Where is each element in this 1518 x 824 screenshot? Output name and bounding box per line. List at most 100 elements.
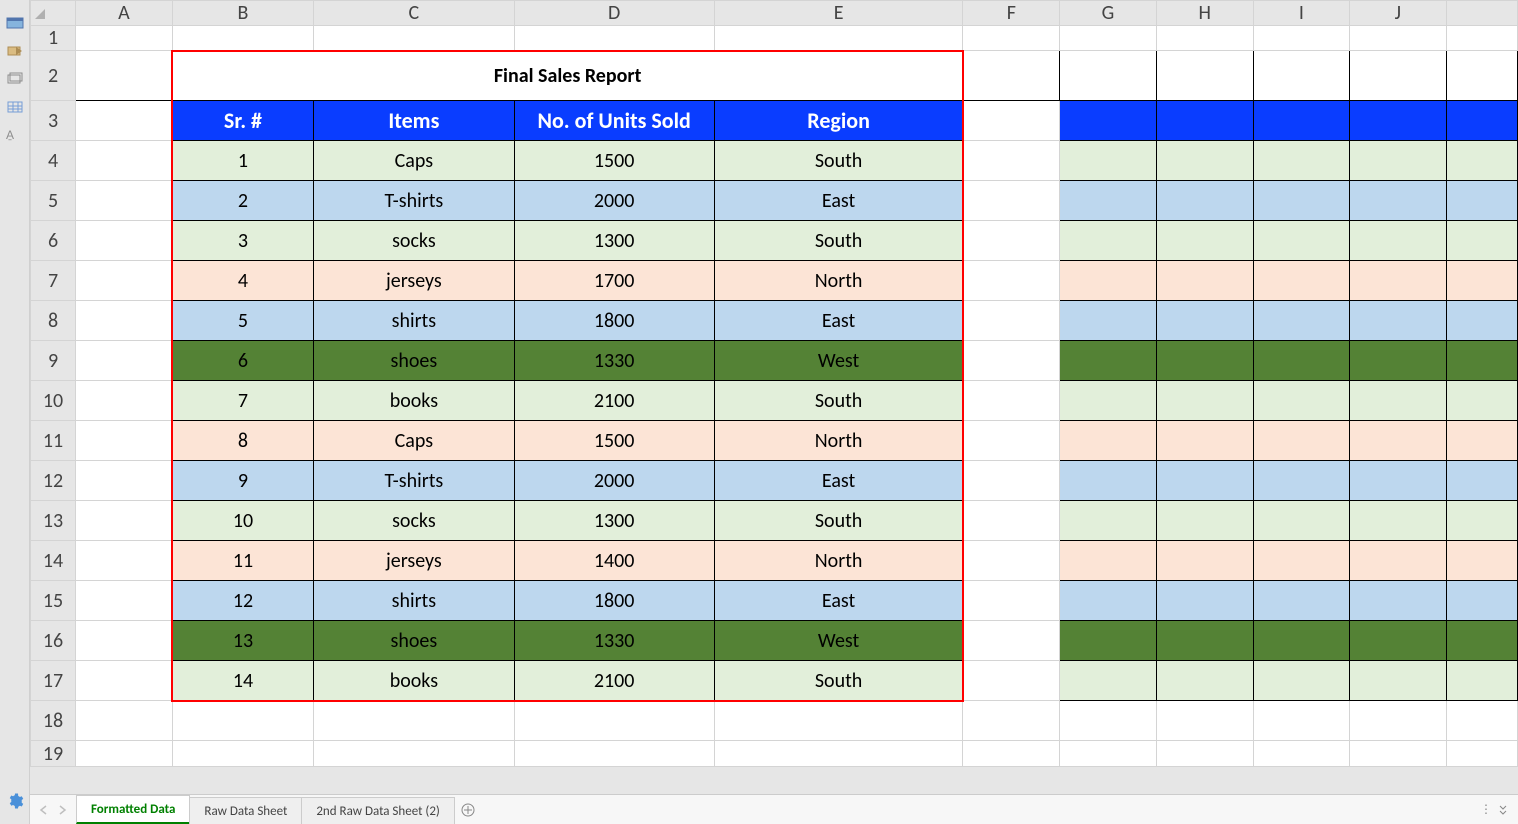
cell[interactable] [76, 701, 173, 741]
cell[interactable] [76, 341, 173, 381]
cell-sr[interactable]: 2 [172, 181, 313, 221]
col-header-G[interactable]: G [1060, 1, 1157, 26]
cell[interactable] [314, 26, 514, 51]
cell-units[interactable]: 1700 [514, 261, 714, 301]
cell[interactable] [1446, 341, 1517, 381]
cell-sr[interactable]: 12 [172, 581, 313, 621]
panel-icon-5[interactable]: A̱ [6, 128, 24, 142]
row-header[interactable]: 2 [31, 51, 76, 101]
row-header[interactable]: 9 [31, 341, 76, 381]
panel-icon-1[interactable] [6, 16, 24, 30]
cell-item[interactable]: Caps [314, 141, 514, 181]
cell[interactable] [76, 741, 173, 767]
cell[interactable] [1253, 621, 1349, 661]
cell-item[interactable]: shirts [314, 581, 514, 621]
cell[interactable] [1253, 301, 1349, 341]
cell[interactable] [1253, 141, 1349, 181]
add-sheet-button[interactable] [454, 795, 482, 824]
cell[interactable] [1446, 701, 1517, 741]
cell-region[interactable]: East [714, 581, 963, 621]
cell-units[interactable]: 2000 [514, 461, 714, 501]
cell[interactable] [1156, 621, 1253, 661]
cell[interactable] [963, 26, 1060, 51]
col-header-E[interactable]: E [714, 1, 963, 26]
cell[interactable] [1350, 101, 1447, 141]
cell[interactable] [76, 421, 173, 461]
row-header[interactable]: 13 [31, 501, 76, 541]
cell[interactable] [1060, 261, 1157, 301]
cell-item[interactable]: jerseys [314, 261, 514, 301]
cell[interactable] [76, 101, 173, 141]
header-sr[interactable]: Sr. # [172, 101, 313, 141]
cell-region[interactable]: West [714, 621, 963, 661]
cell[interactable] [1060, 541, 1157, 581]
panel-icon-2[interactable] [6, 44, 24, 58]
cell[interactable] [1060, 26, 1157, 51]
cell[interactable] [1446, 741, 1517, 767]
cell[interactable] [963, 581, 1060, 621]
cell[interactable] [714, 741, 963, 767]
row-header[interactable]: 11 [31, 421, 76, 461]
cell[interactable] [963, 141, 1060, 181]
row-header[interactable]: 5 [31, 181, 76, 221]
cell[interactable] [1350, 661, 1447, 701]
cell[interactable] [1350, 261, 1447, 301]
row-header[interactable]: 17 [31, 661, 76, 701]
report-title[interactable]: Final Sales Report [172, 51, 963, 101]
cell[interactable] [963, 381, 1060, 421]
grid-area[interactable]: A B C D E F G H I J 12Final Sales Report… [30, 0, 1518, 794]
cell[interactable] [1060, 501, 1157, 541]
cell[interactable] [1350, 741, 1447, 767]
cell[interactable] [1156, 181, 1253, 221]
cell[interactable] [1060, 221, 1157, 261]
cell[interactable] [1060, 581, 1157, 621]
cell[interactable] [1446, 501, 1517, 541]
cell-region[interactable]: South [714, 661, 963, 701]
cell[interactable] [1253, 501, 1349, 541]
panel-icon-3[interactable] [6, 72, 24, 86]
settings-gear-icon[interactable] [6, 792, 24, 810]
sheet-tab[interactable]: 2nd Raw Data Sheet (2) [301, 797, 455, 824]
cell[interactable] [1253, 581, 1349, 621]
cell-item[interactable]: Caps [314, 421, 514, 461]
cell[interactable] [76, 661, 173, 701]
cell[interactable] [76, 501, 173, 541]
col-header-A[interactable]: A [76, 1, 173, 26]
cell[interactable] [172, 701, 313, 741]
cell[interactable] [76, 581, 173, 621]
cell[interactable] [1350, 341, 1447, 381]
panel-icon-4[interactable] [6, 100, 24, 114]
cell[interactable] [1253, 26, 1349, 51]
cell-sr[interactable]: 6 [172, 341, 313, 381]
cell[interactable] [1156, 541, 1253, 581]
row-header[interactable]: 16 [31, 621, 76, 661]
cell[interactable] [1446, 181, 1517, 221]
cell-units[interactable]: 1500 [514, 141, 714, 181]
cell[interactable] [76, 301, 173, 341]
cell[interactable] [963, 701, 1060, 741]
cell[interactable] [1253, 261, 1349, 301]
cell[interactable] [1253, 461, 1349, 501]
cell[interactable] [76, 541, 173, 581]
col-header-J[interactable]: J [1350, 1, 1447, 26]
cell[interactable] [76, 381, 173, 421]
cell-item[interactable]: T-shirts [314, 181, 514, 221]
header-items[interactable]: Items [314, 101, 514, 141]
cell-item[interactable]: socks [314, 221, 514, 261]
col-header-B[interactable]: B [172, 1, 313, 26]
cell[interactable] [963, 541, 1060, 581]
cell[interactable] [1156, 741, 1253, 767]
cell[interactable] [1253, 381, 1349, 421]
cell[interactable] [1350, 701, 1447, 741]
cell-units[interactable]: 2100 [514, 661, 714, 701]
cell[interactable] [76, 461, 173, 501]
cell[interactable] [963, 661, 1060, 701]
cell[interactable] [76, 261, 173, 301]
cell[interactable] [1060, 101, 1157, 141]
cell[interactable] [1156, 26, 1253, 51]
row-header[interactable]: 3 [31, 101, 76, 141]
cell[interactable] [963, 301, 1060, 341]
cell-units[interactable]: 1400 [514, 541, 714, 581]
cell-units[interactable]: 1800 [514, 301, 714, 341]
cell-sr[interactable]: 1 [172, 141, 313, 181]
